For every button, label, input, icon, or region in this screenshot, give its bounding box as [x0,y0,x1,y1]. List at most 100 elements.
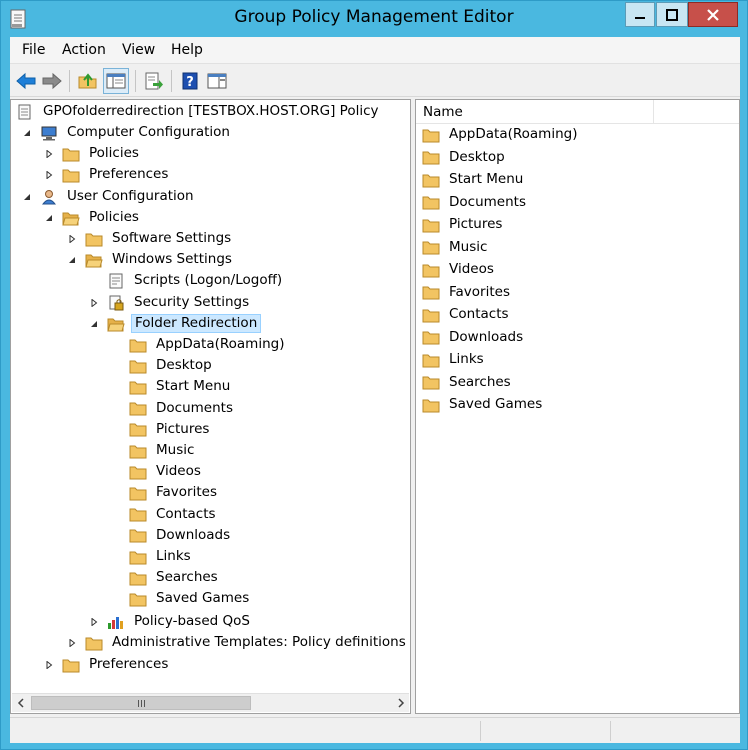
collapse-arrow-icon[interactable] [67,255,77,265]
tree-windows-settings[interactable]: Windows Settings [67,249,235,270]
list-item[interactable]: Favorites [422,282,513,303]
menu-help[interactable]: Help [171,42,203,58]
folder-icon [422,331,440,345]
console-tree[interactable]: GPOfolderredirection [TESTBOX.HOST.ORG] … [10,99,411,714]
collapse-arrow-icon[interactable] [89,319,99,329]
tree-policy-based-qos[interactable]: Policy-based QoS [89,611,253,632]
help-icon: ? [182,72,198,90]
close-button[interactable] [688,2,738,27]
list-item[interactable]: Saved Games [422,394,545,415]
expand-arrow-icon[interactable] [44,660,54,670]
list-item[interactable]: Videos [422,259,497,280]
tree-user-configuration[interactable]: User Configuration [22,186,197,207]
scroll-right-button[interactable] [392,694,409,712]
list-item[interactable]: Links [422,349,487,370]
expand-arrow-icon[interactable] [89,298,99,308]
user-icon [41,189,57,204]
up-folder-button[interactable] [75,68,101,94]
expand-arrow-icon[interactable] [44,149,54,159]
tree-redirected-folder[interactable]: Documents [129,398,236,419]
properties-pane-icon [207,73,227,89]
list-item[interactable]: Music [422,237,490,258]
column-divider[interactable] [653,100,654,124]
folder-icon [85,637,103,650]
expand-arrow-icon[interactable] [89,617,99,627]
tree-redirected-folder[interactable]: Desktop [129,355,215,376]
tree-administrative-templates[interactable]: Administrative Templates: Policy definit… [67,632,410,653]
export-list-button[interactable] [141,68,167,94]
menu-view[interactable]: View [122,42,155,58]
help-button[interactable]: ? [177,68,203,94]
tree-security-settings[interactable]: Security Settings [89,292,252,313]
list-item[interactable]: Downloads [422,327,526,348]
expand-arrow-icon[interactable] [44,170,54,180]
folder-icon [129,593,147,607]
collapse-arrow-icon[interactable] [44,213,54,223]
forward-button[interactable] [39,68,65,94]
list-item[interactable]: Start Menu [422,169,526,190]
toolbar: ? [10,65,740,97]
folder-icon [422,151,440,165]
list-item[interactable]: AppData(Roaming) [422,124,580,145]
tree-uc-policies[interactable]: Policies [44,207,142,228]
show-hide-tree-button[interactable] [103,68,129,94]
menu-action[interactable]: Action [62,42,106,58]
expand-arrow-icon[interactable] [67,638,77,648]
list-item[interactable]: Pictures [422,214,505,235]
properties-pane-button[interactable] [204,68,230,94]
folder-icon [422,286,440,300]
tree-redirected-folder[interactable]: Saved Games [129,588,252,609]
tree-uc-preferences[interactable]: Preferences [44,654,171,675]
collapse-arrow-icon[interactable] [22,128,32,138]
list-item[interactable]: Desktop [422,147,508,168]
script-icon [109,273,123,288]
tree-redirected-folder[interactable]: AppData(Roaming) [129,334,287,355]
tree-cc-policies[interactable]: Policies [44,143,142,164]
folder-icon [85,233,103,246]
tree-computer-configuration[interactable]: Computer Configuration [22,122,233,143]
tree-cc-preferences[interactable]: Preferences [44,164,171,185]
security-icon [109,295,124,310]
menu-file[interactable]: File [22,42,45,58]
list-item[interactable]: Searches [422,372,514,393]
computer-icon [41,126,57,140]
tree-redirected-folder[interactable]: Start Menu [129,376,233,397]
tree-redirected-folder[interactable]: Music [129,440,197,461]
scroll-left-button[interactable] [12,694,29,712]
folder-icon [129,402,147,416]
tree-redirected-folder[interactable]: Downloads [129,525,233,546]
maximize-button[interactable] [656,2,688,27]
list-item[interactable]: Documents [422,192,529,213]
horizontal-scrollbar[interactable] [12,693,409,712]
tree-redirected-folder[interactable]: Videos [129,461,204,482]
column-header-name[interactable]: Name [423,104,463,120]
folder-icon [62,169,80,182]
tree-root[interactable]: GPOfolderredirection [TESTBOX.HOST.ORG] … [16,101,382,122]
minimize-button[interactable] [625,2,655,27]
folder-icon [129,529,147,543]
title-bar[interactable]: Group Policy Management Editor [1,1,747,37]
back-icon [16,72,36,90]
app-window: Group Policy Management Editor File Acti… [0,0,748,750]
tree-redirected-folder[interactable]: Pictures [129,419,212,440]
scroll-thumb[interactable] [31,696,251,710]
expand-arrow-icon[interactable] [67,234,77,244]
tree-redirected-folder[interactable]: Favorites [129,482,220,503]
list-item[interactable]: Contacts [422,304,512,325]
folder-icon [129,572,147,586]
tree-scripts[interactable]: Scripts (Logon/Logoff) [107,270,285,291]
collapse-arrow-icon[interactable] [22,192,32,202]
close-icon [707,8,719,21]
tree-folder-redirection[interactable]: Folder Redirection [89,313,262,334]
folder-icon [129,339,147,352]
back-button[interactable] [13,68,39,94]
tree-software-settings[interactable]: Software Settings [67,228,234,249]
tree-redirected-folder[interactable]: Links [129,546,194,567]
details-pane[interactable]: Name AppData(Roaming) Desktop Start Menu Do… [415,99,740,714]
folder-icon [129,445,147,458]
chevron-left-icon [17,698,24,708]
tree-redirected-folder[interactable]: Contacts [129,504,219,525]
folder-open-icon [107,318,125,331]
tree-redirected-folder[interactable]: Searches [129,567,221,588]
folder-open-icon [62,212,80,225]
